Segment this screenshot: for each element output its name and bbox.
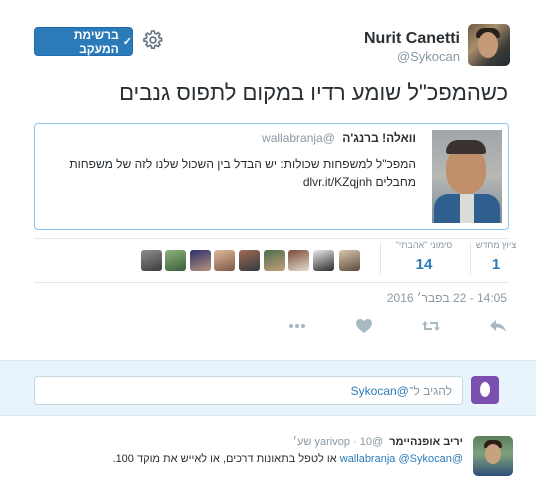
tweet-header: Nurit Canetti @Sykocan ✓ ברשימת המעקב: [0, 0, 536, 70]
reply-tweet-header: יריב אופנהיימר @yarivop · 10 שע׳: [293, 436, 463, 448]
reply-composer: להגיב ל־@Sykocan: [0, 360, 536, 416]
liker-avatar[interactable]: [288, 250, 309, 271]
quoted-tweet-handle[interactable]: @wallabranja: [262, 131, 335, 145]
liker-avatar[interactable]: [190, 250, 211, 271]
quoted-tweet-header: וואלה! ברנג'ה @wallabranja: [262, 131, 416, 145]
liker-avatar[interactable]: [214, 250, 235, 271]
gear-icon[interactable]: [143, 30, 163, 50]
liker-avatar[interactable]: [165, 250, 186, 271]
quoted-tweet[interactable]: וואלה! ברנג'ה @wallabranja המפכ"ל למשפחו…: [34, 123, 509, 230]
tweet-actions: [0, 314, 536, 338]
retweet-icon[interactable]: [421, 316, 441, 336]
avatar-face: [478, 32, 498, 58]
heart-icon[interactable]: [354, 316, 374, 336]
quoted-tweet-text-line2: מחבלים dlvr.it/KZqjnh: [302, 175, 416, 189]
reply-tweet-name[interactable]: יריב אופנהיימר: [389, 436, 463, 448]
liker-avatar[interactable]: [313, 250, 334, 271]
tweet-timestamp[interactable]: 14:05 - 22 בפבר׳ 2016: [387, 291, 507, 305]
retweets-label: ציוץ מחדש: [475, 240, 517, 250]
reply-tweet[interactable]: יריב אופנהיימר @yarivop · 10 שע׳ @wallab…: [0, 424, 536, 480]
reply-input[interactable]: להגיב ל־@Sykocan: [34, 376, 463, 405]
retweet-stat[interactable]: ציוץ מחדש 1: [470, 240, 522, 273]
tweet-text: כשהמפכ"ל שומע רדיו במקום לתפוס גנבים: [119, 80, 508, 105]
reply-tweet-mention[interactable]: @Sykocan: [398, 453, 451, 465]
stat-separator: [470, 242, 471, 274]
likes-label: סימוני "אהבתי": [395, 240, 453, 250]
image-shirt: [460, 194, 474, 223]
screen-name[interactable]: @Sykocan: [397, 49, 460, 64]
liker-avatar[interactable]: [239, 250, 260, 271]
divider: [34, 238, 509, 239]
person-check-icon: ✓: [122, 36, 132, 48]
reply-tweet-body: או לטפל בתאונות דרכים, או לאייש את מוקד …: [112, 453, 337, 465]
avatar[interactable]: [468, 24, 510, 66]
quoted-tweet-text-line1: המפכ"ל למשפחות שכולות: יש הבדל בין השכול…: [69, 157, 416, 171]
reply-icon[interactable]: [488, 316, 508, 336]
following-button-label: ברשימת המעקב: [73, 27, 119, 56]
likes-count[interactable]: 14: [390, 256, 458, 273]
liker-avatar[interactable]: [264, 250, 285, 271]
quoted-tweet-image[interactable]: [432, 130, 502, 223]
reply-tweet-handle[interactable]: @yarivop: [314, 436, 383, 448]
retweets-count[interactable]: 1: [470, 256, 522, 273]
image-hair: [446, 140, 486, 154]
stat-separator: [380, 242, 381, 274]
quoted-tweet-name[interactable]: וואלה! ברנג'ה: [342, 131, 416, 145]
display-name[interactable]: Nurit Canetti: [364, 30, 460, 48]
reply-tweet-avatar[interactable]: [473, 436, 513, 476]
reply-placeholder-prefix: להגיב ל־: [408, 384, 452, 398]
reply-placeholder-mention: @Sykocan: [350, 384, 409, 398]
avatar-face: [485, 444, 501, 464]
liker-avatar[interactable]: [339, 250, 360, 271]
reply-avatar: [471, 376, 499, 404]
reply-tweet-text: @wallabranja @Sykocan או לטפל בתאונות דר…: [113, 453, 464, 465]
more-icon[interactable]: [287, 316, 307, 336]
liker-avatar[interactable]: [141, 250, 162, 271]
likes-stat[interactable]: סימוני "אהבתי" 14: [390, 240, 458, 273]
following-button[interactable]: ✓ ברשימת המעקב: [34, 27, 133, 56]
divider: [34, 282, 509, 283]
